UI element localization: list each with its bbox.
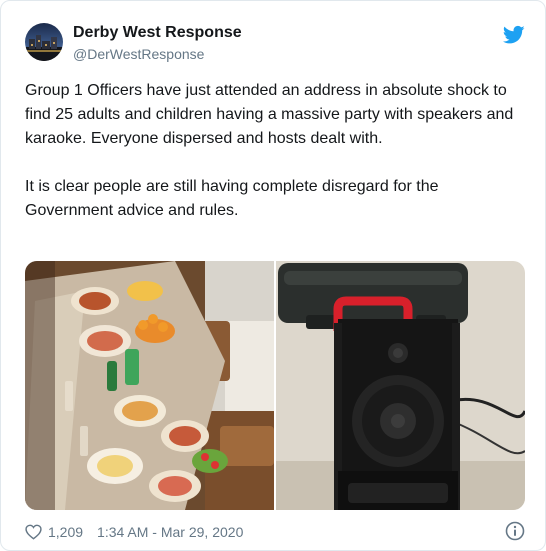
tweet-paragraph: Group 1 Officers have just attended an a… bbox=[25, 82, 514, 147]
tweet-card: Derby West Response @DerWestResponse Gro… bbox=[0, 0, 546, 551]
tweet-media bbox=[25, 261, 525, 510]
timestamp[interactable]: 1:34 AM - Mar 29, 2020 bbox=[97, 524, 243, 540]
avatar[interactable] bbox=[25, 23, 63, 61]
tweet-paragraph: It is clear people are still having comp… bbox=[25, 178, 439, 219]
tweet-text: Group 1 Officers have just attended an a… bbox=[25, 79, 525, 223]
party-food-table-photo[interactable] bbox=[25, 261, 274, 510]
like-count[interactable]: 1,209 bbox=[48, 524, 83, 540]
author-handle[interactable]: @DerWestResponse bbox=[73, 46, 204, 62]
heart-icon[interactable] bbox=[25, 524, 42, 540]
twitter-bird-icon[interactable] bbox=[502, 25, 525, 45]
info-icon[interactable] bbox=[505, 521, 525, 541]
speaker-and-karaoke-case-photo[interactable] bbox=[276, 261, 525, 510]
tweet-footer: 1,209 1:34 AM - Mar 29, 2020 bbox=[25, 521, 525, 543]
author-name[interactable]: Derby West Response bbox=[73, 24, 242, 42]
